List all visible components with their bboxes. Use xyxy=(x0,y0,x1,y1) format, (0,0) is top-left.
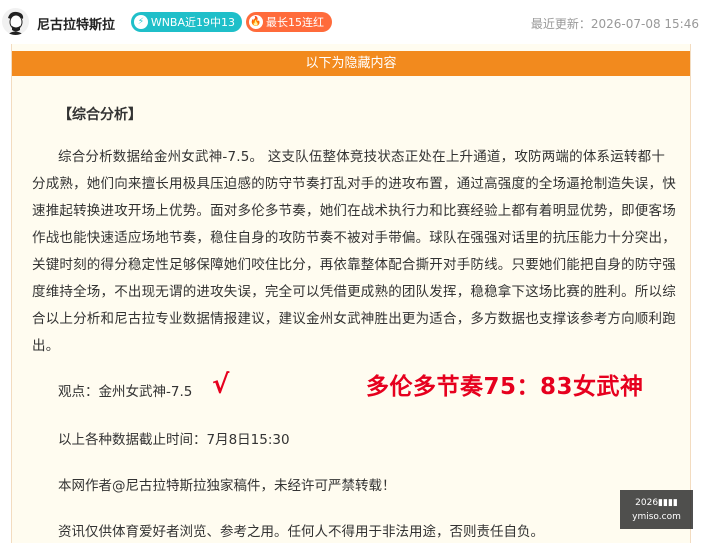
site-watermark: 2026▮▮▮▮ ymiso.com xyxy=(620,490,693,529)
last-updated: 最近更新：2026-07-08 15:46 xyxy=(530,17,699,31)
streak-badge: 🔥 最长15连红 xyxy=(246,12,332,32)
section-title: 【综合分析】 xyxy=(58,107,142,123)
watermark-line-1: 2026▮▮▮▮ xyxy=(635,498,678,508)
check-mark-icon: √ xyxy=(212,370,230,400)
hidden-content-panel: 以下为隐藏内容 【综合分析】 综合分析数据给金州女武神-7.5。 这支队伍整体竞… xyxy=(11,44,691,543)
avatar-portrait-icon xyxy=(2,8,29,35)
analysis-paragraph: 综合分析数据给金州女武神-7.5。 这支队伍整体竞技状态正处在上升通道，攻防两端… xyxy=(32,149,676,354)
copyright-notice: 本网作者@尼古拉特斯拉独家稿件，未经许可严禁转载！ xyxy=(58,478,396,494)
fire-icon: 🔥 xyxy=(249,15,263,29)
data-cutoff: 以上各种数据截止时间：7月8日15:30 xyxy=(58,432,290,448)
post-header: 尼古拉特斯拉 ⚡ WNBA近19中13 🔥 最长15连红 最近更新：2026-0… xyxy=(0,0,705,44)
disclaimer: 资讯仅供体育爱好者浏览、参考之用。任何人不得用于非法用途，否则责任自负。 xyxy=(58,524,544,540)
author-avatar[interactable] xyxy=(2,8,29,35)
watermark-line-2: ymiso.com xyxy=(632,512,681,522)
record-badge-label: WNBA近19中13 xyxy=(150,16,235,29)
streak-badge-label: 最长15连红 xyxy=(266,16,324,29)
lightning-icon: ⚡ xyxy=(134,15,148,29)
author-name[interactable]: 尼古拉特斯拉 xyxy=(37,14,115,33)
final-score: 多伦多节奏75：83女武神 xyxy=(366,374,644,400)
record-badge: ⚡ WNBA近19中13 xyxy=(131,12,242,32)
hidden-content-banner: 以下为隐藏内容 xyxy=(12,51,690,76)
viewpoint: 观点：金州女武神-7.5 xyxy=(58,384,193,400)
